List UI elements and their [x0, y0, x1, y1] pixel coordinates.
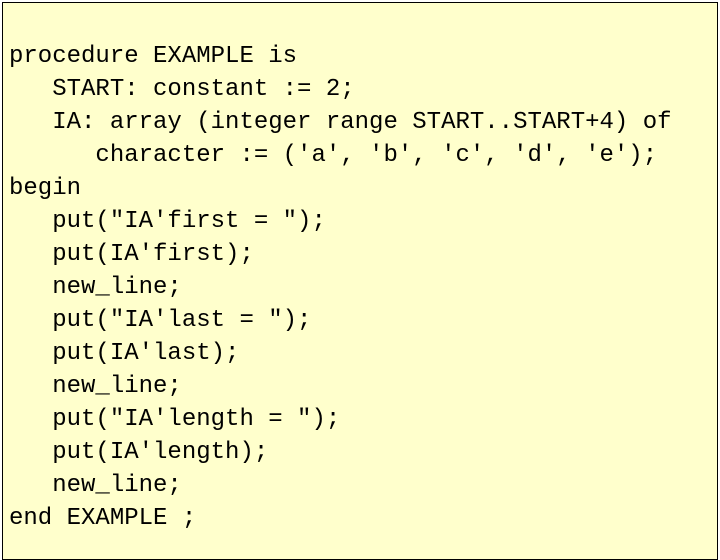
code-line: procedure EXAMPLE is	[9, 43, 297, 70]
code-line: put(IA'length);	[9, 439, 268, 466]
code-line: put(IA'first);	[9, 241, 254, 268]
code-listing: procedure EXAMPLE is START: constant := …	[2, 2, 718, 560]
code-line: put(IA'last);	[9, 340, 239, 367]
code-line: IA: array (integer range START..START+4)…	[9, 109, 672, 136]
code-line: end EXAMPLE ;	[9, 505, 196, 532]
code-line: put("IA'length = ");	[9, 406, 340, 433]
code-line: START: constant := 2;	[9, 76, 355, 103]
code-line: new_line;	[9, 373, 182, 400]
code-line: new_line;	[9, 472, 182, 499]
code-line: put("IA'last = ");	[9, 307, 311, 334]
code-line: begin	[9, 175, 81, 202]
code-line: put("IA'first = ");	[9, 208, 326, 235]
code-line: character := ('a', 'b', 'c', 'd', 'e');	[9, 142, 657, 169]
code-line: new_line;	[9, 274, 182, 301]
